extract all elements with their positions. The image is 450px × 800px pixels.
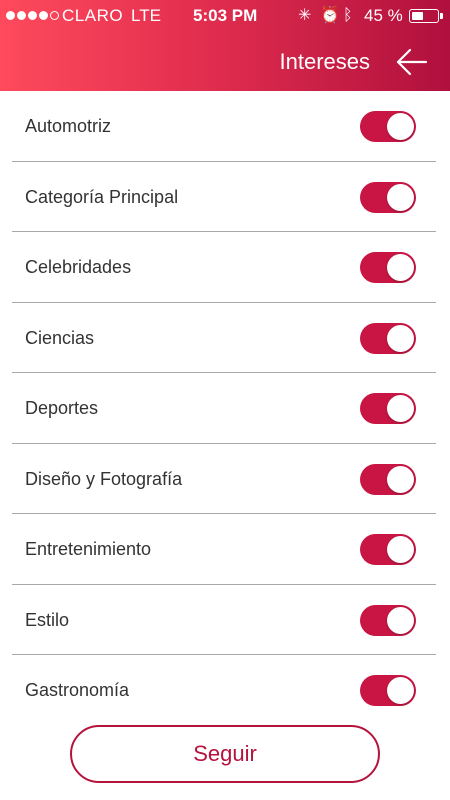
- interest-toggle[interactable]: [360, 534, 416, 565]
- network-type: LTE: [131, 6, 161, 25]
- battery-percent: 45 %: [364, 6, 403, 25]
- status-bar: CLARO LTE 5:03 PM ✳ ⏰ ᛒ 45 %: [0, 0, 450, 32]
- battery-fill: [411, 11, 423, 20]
- toggle-knob: [387, 324, 414, 352]
- interest-label: Diseño y Fotografía: [25, 468, 183, 489]
- carrier-name: CLARO: [62, 6, 124, 25]
- toggle-knob: [387, 465, 414, 493]
- interest-label: Celebridades: [25, 257, 132, 277]
- list-item: Categoría Principal: [12, 162, 436, 232]
- toggle-knob: [387, 183, 414, 211]
- battery-tip: [440, 13, 443, 19]
- interest-label: Categoría Principal: [25, 186, 179, 207]
- follow-button[interactable]: Seguir: [70, 725, 380, 783]
- interests-list: Automotriz Categoría Principal Celebridade…: [0, 91, 450, 726]
- arrow-left-icon: [396, 48, 428, 76]
- battery-icon: [409, 9, 439, 23]
- list-item: Estilo: [12, 585, 436, 655]
- interest-label: Ciencias: [25, 327, 95, 348]
- list-item: Celebridades: [12, 232, 436, 303]
- toggle-knob: [387, 606, 414, 634]
- interest-label: Deportes: [25, 398, 99, 418]
- interest-toggle[interactable]: [360, 322, 416, 354]
- interest-toggle[interactable]: [360, 604, 416, 636]
- interest-label: Automotriz: [25, 116, 112, 136]
- interest-toggle[interactable]: [360, 181, 416, 213]
- alarm-icon: ⏰: [320, 7, 340, 24]
- signal-strength-icon: [6, 11, 59, 20]
- interest-toggle[interactable]: [360, 675, 416, 706]
- toggle-knob: [387, 536, 414, 563]
- toggle-knob: [387, 254, 414, 281]
- toggle-knob: [387, 677, 414, 704]
- list-item: Diseño y Fotografía: [12, 444, 436, 514]
- activity-spinner-icon: ✳: [298, 7, 312, 24]
- status-time: 5:03 PM: [193, 6, 258, 25]
- bluetooth-icon: ᛒ: [343, 7, 353, 24]
- list-item: Gastronomía: [12, 655, 436, 726]
- list-item: Ciencias: [12, 303, 436, 373]
- list-item: Deportes: [12, 373, 436, 444]
- interest-label: Entretenimiento: [25, 539, 152, 559]
- interest-label: Estilo: [25, 609, 70, 630]
- list-item: Entretenimiento: [12, 514, 436, 585]
- list-item: Automotriz: [12, 91, 436, 162]
- interest-toggle[interactable]: [360, 252, 416, 283]
- interest-toggle[interactable]: [360, 463, 416, 495]
- app-header: CLARO LTE 5:03 PM ✳ ⏰ ᛒ 45 % Intereses: [0, 0, 450, 91]
- toggle-knob: [387, 395, 414, 422]
- back-button[interactable]: [392, 44, 430, 80]
- page-title: Intereses: [279, 49, 371, 74]
- interest-toggle[interactable]: [360, 393, 416, 424]
- toggle-knob: [387, 113, 414, 140]
- interest-toggle[interactable]: [360, 111, 416, 142]
- interest-label: Gastronomía: [25, 680, 130, 700]
